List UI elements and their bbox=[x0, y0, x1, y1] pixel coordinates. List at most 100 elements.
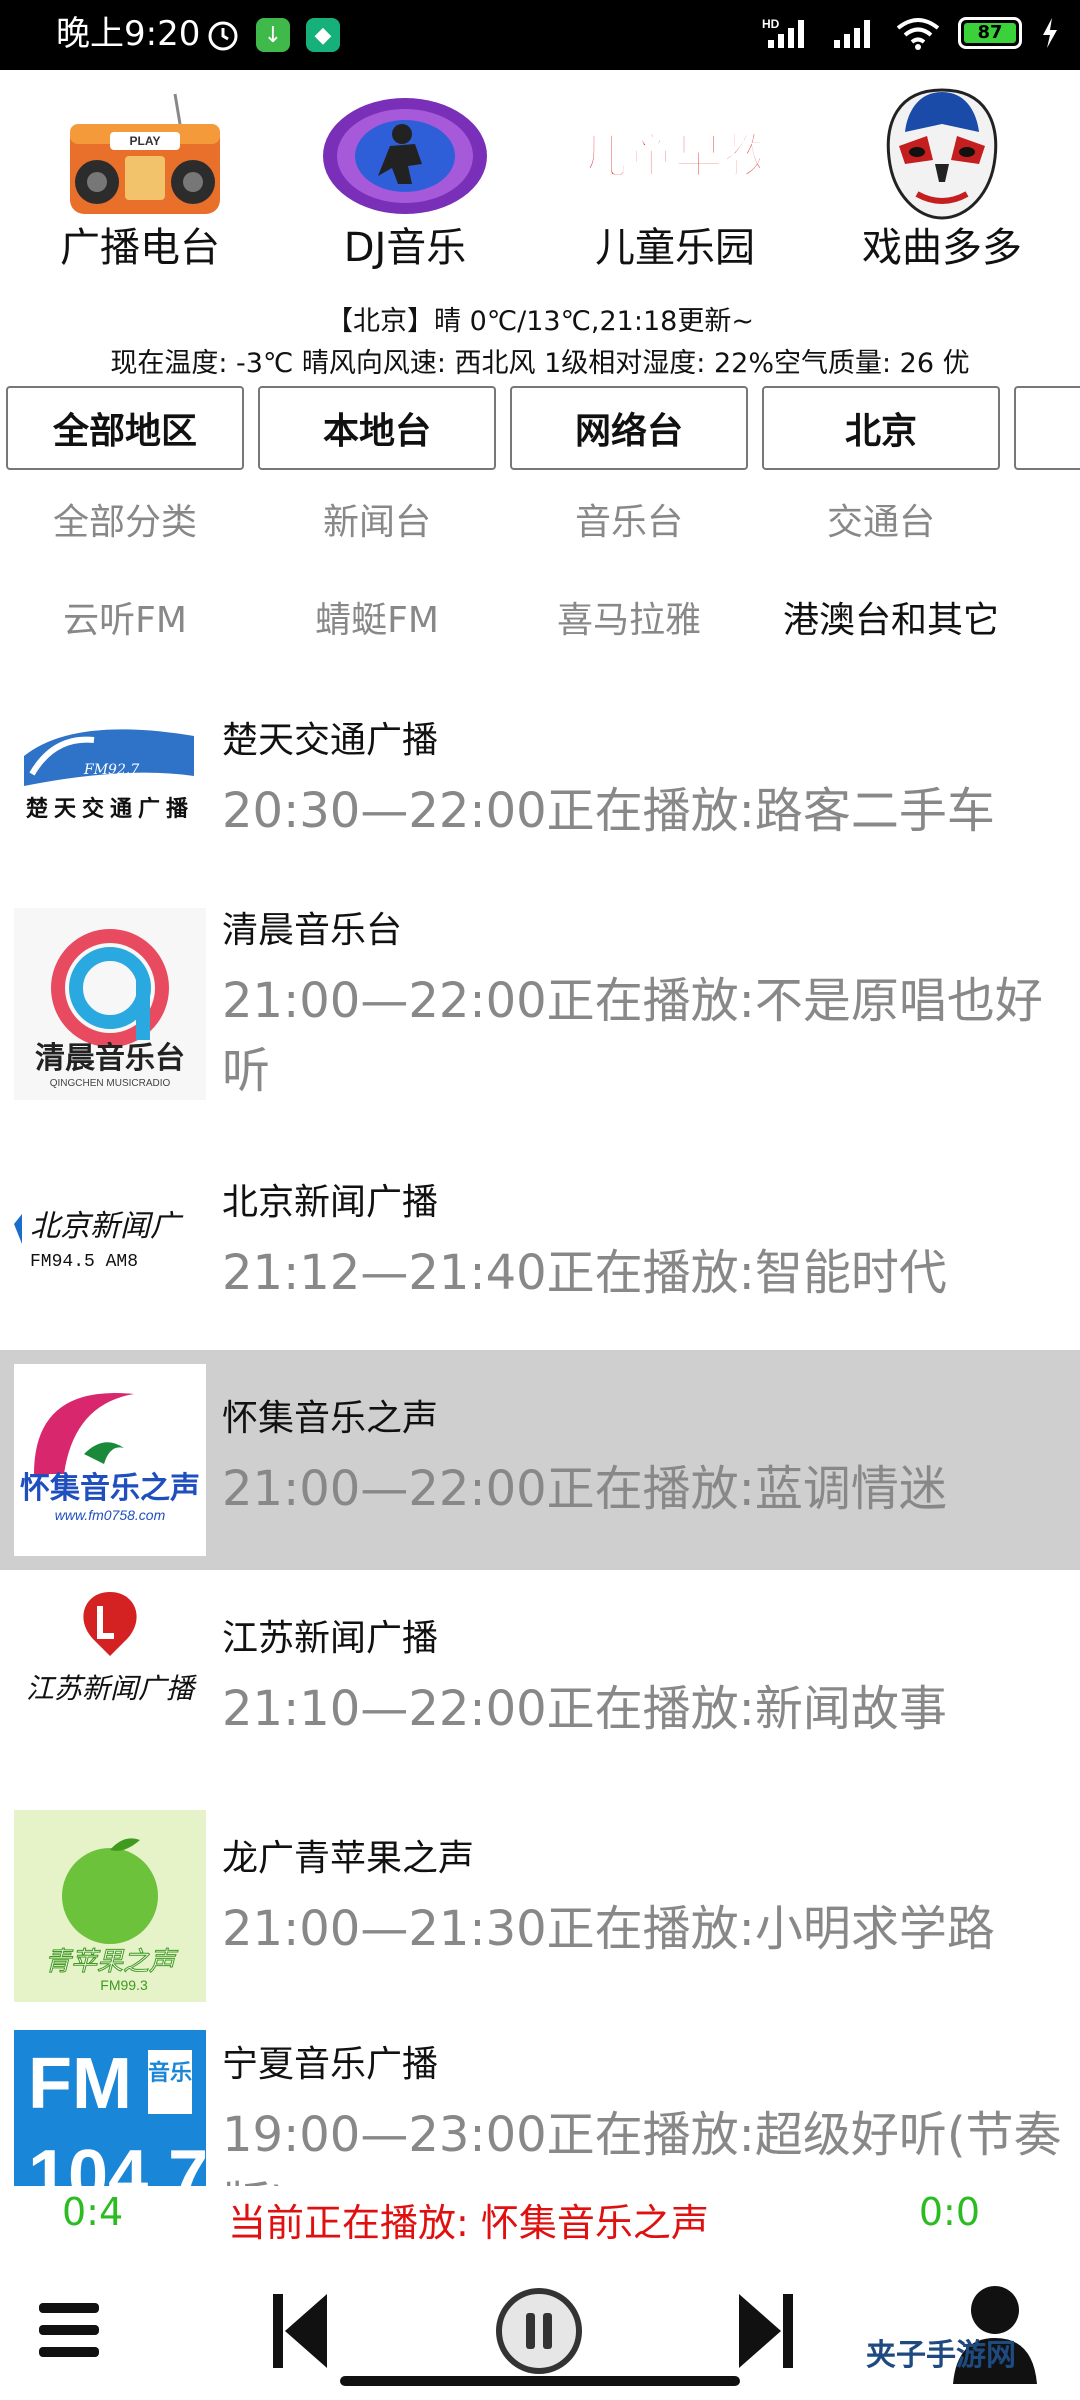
svg-text:104.7: 104.7 bbox=[28, 2136, 206, 2186]
status-notification-icons: ↓ ◆ bbox=[206, 18, 340, 52]
charging-icon bbox=[1043, 18, 1057, 48]
station-name: 怀集音乐之声 bbox=[222, 1398, 439, 1439]
wifi-icon bbox=[896, 18, 940, 50]
watermark-text: 夹子手游网 bbox=[866, 2338, 1016, 2373]
now-playing-bar: 0:4 当前正在播放: 怀集音乐之声 0:0 bbox=[0, 2186, 1080, 2246]
svg-text:清晨音乐台: 清晨音乐台 bbox=[35, 1041, 185, 1076]
list-item[interactable]: FM 音乐 104.7 宁夏音乐广播 19:00—23:00正在播放:超级好听(… bbox=[0, 2020, 1080, 2186]
category-radio[interactable]: PLAY 广播电台 bbox=[10, 70, 270, 290]
svg-text:FM99.3: FM99.3 bbox=[100, 1977, 148, 1993]
category-children[interactable]: 儿童早教 儿童乐园 bbox=[545, 70, 805, 290]
menu-icon bbox=[39, 2303, 99, 2357]
list-item[interactable]: 江苏新闻广播 江苏新闻广播 21:10—22:00正在播放:新闻故事 bbox=[0, 1570, 1080, 1794]
station-name: 龙广青苹果之声 bbox=[222, 1838, 475, 1879]
opera-mask-icon bbox=[886, 88, 998, 220]
signal-hd-icon: HD bbox=[762, 17, 804, 48]
category-label: 戏曲多多 bbox=[862, 225, 1022, 271]
tab-all-categories[interactable]: 全部分类 bbox=[0, 488, 250, 558]
pause-icon bbox=[496, 2288, 582, 2374]
list-item[interactable]: 青苹果之声 FM99.3 龙广青苹果之声 21:00—21:30正在播放:小明求… bbox=[0, 1794, 1080, 2020]
status-system-icons: HD 87 bbox=[762, 16, 1060, 50]
station-program: 20:30—22:00正在播放:路客二手车 bbox=[222, 783, 995, 839]
next-button[interactable] bbox=[712, 2276, 822, 2386]
station-program: 21:12—21:40正在播放:智能时代 bbox=[222, 1245, 947, 1301]
status-time: 晚上9:20 bbox=[56, 14, 201, 54]
category-opera[interactable]: 戏曲多多 bbox=[812, 70, 1072, 290]
filter-more[interactable] bbox=[1014, 386, 1080, 470]
green-apple-logo: 青苹果之声 FM99.3 bbox=[14, 1810, 206, 2002]
radio-boombox-icon: PLAY bbox=[70, 93, 220, 214]
region-filter-row: 全部地区 本地台 网络台 北京 bbox=[0, 386, 1080, 474]
chutian-traffic-logo: FM92.7 楚天交通广播 bbox=[24, 729, 194, 822]
svg-text:音乐: 音乐 bbox=[148, 2060, 192, 2086]
svg-text:北京新闻广: 北京新闻广 bbox=[30, 1209, 184, 1244]
svg-text:江苏新闻广播: 江苏新闻广播 bbox=[26, 1672, 197, 1705]
battery-level: 87 bbox=[977, 22, 1003, 43]
list-item-selected[interactable]: 怀集音乐之声 www.fm0758.com 怀集音乐之声 21:00—22:00… bbox=[0, 1350, 1080, 1570]
weather-summary: 【北京】晴 0℃/13℃,21:18更新~ bbox=[326, 306, 754, 337]
category-tabs: 全部分类 新闻台 音乐台 交通台 bbox=[0, 488, 1080, 558]
previous-button[interactable] bbox=[244, 2276, 354, 2386]
battery-icon: 87 bbox=[958, 17, 1022, 49]
pause-button[interactable] bbox=[484, 2276, 594, 2386]
weather-details: 现在温度: -3℃ 晴风向风速: 西北风 1级相对湿度: 22%空气质量: 26… bbox=[110, 348, 970, 379]
jiangsu-news-logo: 江苏新闻广播 bbox=[26, 1592, 197, 1705]
source-tabs: 云听FM 蜻蜓FM 喜马拉雅 港澳台和其它 bbox=[0, 586, 1080, 656]
elapsed-time: 0:4 bbox=[62, 2190, 124, 2234]
signal-icon bbox=[834, 20, 870, 48]
tab-hk-macau-taiwan[interactable]: 港澳台和其它 bbox=[756, 586, 1026, 656]
station-list[interactable]: FM92.7 楚天交通广播 楚天交通广播 20:30—22:00正在播放:路客二… bbox=[0, 666, 1080, 2186]
timer-icon bbox=[208, 21, 238, 51]
svg-text:FM94.5 AM8: FM94.5 AM8 bbox=[30, 1252, 138, 1272]
dj-disc-icon bbox=[323, 98, 487, 214]
radio-icon-text: PLAY bbox=[130, 134, 161, 148]
svg-text:楚天交通广播: 楚天交通广播 bbox=[26, 796, 194, 822]
menu-button[interactable] bbox=[16, 2276, 126, 2386]
svg-text:FM92.7: FM92.7 bbox=[83, 762, 139, 778]
station-name: 楚天交通广播 bbox=[222, 720, 439, 761]
tab-qingting-fm[interactable]: 蜻蜓FM bbox=[252, 586, 502, 656]
qingchen-music-logo: 清晨音乐台 QINGCHEN MUSICRADIO bbox=[14, 908, 206, 1100]
station-name: 北京新闻广播 bbox=[222, 1182, 439, 1223]
station-name: 宁夏音乐广播 bbox=[222, 2044, 439, 2085]
tab-music[interactable]: 音乐台 bbox=[504, 488, 754, 558]
huaiji-music-logo: 怀集音乐之声 www.fm0758.com bbox=[14, 1364, 206, 1556]
shield-icon: ◆ bbox=[306, 18, 340, 52]
tab-news[interactable]: 新闻台 bbox=[252, 488, 502, 558]
watermark: 夹子手游网 bbox=[866, 2330, 1066, 2390]
svg-text:儿童早教: 儿童早教 bbox=[590, 130, 760, 185]
filter-online[interactable]: 网络台 bbox=[510, 386, 748, 470]
skip-next-icon bbox=[739, 2294, 793, 2368]
category-label: DJ音乐 bbox=[343, 225, 467, 271]
now-playing-label: 当前正在播放: 怀集音乐之声 bbox=[228, 2201, 709, 2245]
filter-all-regions[interactable]: 全部地区 bbox=[6, 386, 244, 470]
home-indicator[interactable] bbox=[340, 2376, 740, 2386]
tab-traffic[interactable]: 交通台 bbox=[756, 488, 1006, 558]
svg-text:www.fm0758.com: www.fm0758.com bbox=[55, 1507, 166, 1523]
station-program: 19:00—23:00正在播放:超级好听(节奏版) bbox=[222, 2107, 1062, 2186]
category-row: PLAY 广播电台 DJ音乐 儿童早教 儿童乐园 戏曲多多 bbox=[0, 70, 1080, 290]
station-name: 江苏新闻广播 bbox=[222, 1618, 439, 1659]
station-name: 清晨音乐台 bbox=[222, 910, 403, 951]
tab-ximalaya[interactable]: 喜马拉雅 bbox=[504, 586, 754, 656]
beijing-news-logo: 北京新闻广 FM94.5 AM8 bbox=[14, 1209, 184, 1272]
station-program: 21:10—22:00正在播放:新闻故事 bbox=[222, 1681, 947, 1737]
list-item[interactable]: FM92.7 楚天交通广播 楚天交通广播 20:30—22:00正在播放:路客二… bbox=[0, 666, 1080, 862]
status-bar: 晚上9:20 ↓ ◆ HD 87 bbox=[0, 0, 1080, 70]
list-item[interactable]: 北京新闻广 FM94.5 AM8 北京新闻广播 21:12—21:40正在播放:… bbox=[0, 1124, 1080, 1338]
svg-text:青苹果之声: 青苹果之声 bbox=[45, 1947, 179, 1977]
filter-beijing[interactable]: 北京 bbox=[762, 386, 1000, 470]
skip-previous-icon bbox=[273, 2294, 327, 2368]
station-program: 21:00—22:00正在播放:不是原唱也好听 bbox=[222, 973, 1043, 1099]
remaining-time: 0:0 bbox=[918, 2190, 980, 2234]
children-education-logo: 儿童早教 bbox=[590, 129, 760, 186]
station-program: 21:00—21:30正在播放:小明求学路 bbox=[222, 1901, 995, 1957]
svg-text:FM: FM bbox=[28, 2044, 132, 2124]
svg-text:HD: HD bbox=[762, 17, 780, 31]
category-dj[interactable]: DJ音乐 bbox=[275, 70, 535, 290]
list-item[interactable]: 清晨音乐台 QINGCHEN MUSICRADIO 清晨音乐台 21:00—22… bbox=[0, 862, 1080, 1124]
filter-local[interactable]: 本地台 bbox=[258, 386, 496, 470]
tab-yunting-fm[interactable]: 云听FM bbox=[0, 586, 250, 656]
download-icon: ↓ bbox=[256, 18, 290, 52]
svg-text:怀集音乐之声: 怀集音乐之声 bbox=[20, 1471, 200, 1506]
